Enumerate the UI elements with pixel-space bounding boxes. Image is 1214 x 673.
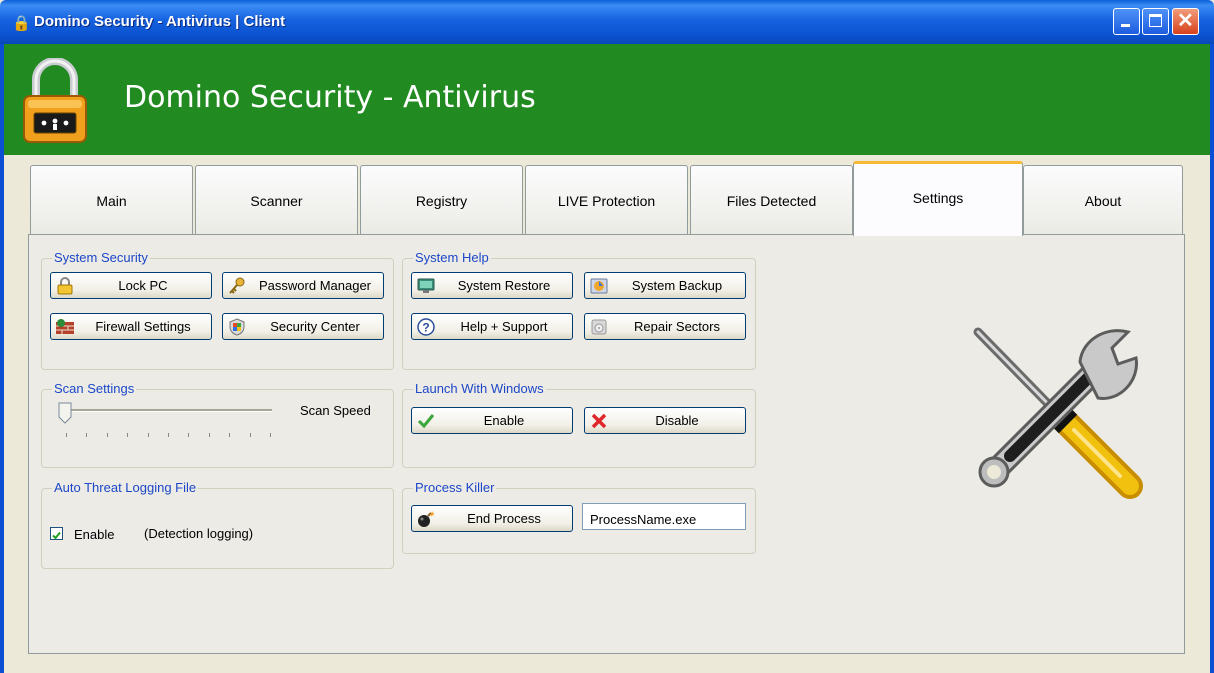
- system-restore-label: System Restore: [457, 278, 551, 293]
- app-title: Domino Security - Antivirus: [124, 80, 536, 115]
- slider-tick: [66, 433, 67, 437]
- disable-launch-button[interactable]: Disable: [584, 407, 746, 434]
- disable-label: Disable: [655, 413, 699, 428]
- scan-settings-group: Scan Settings: [41, 381, 394, 468]
- scan-settings-title: Scan Settings: [52, 381, 137, 396]
- help-support-label: Help + Support: [460, 319, 548, 334]
- slider-tick: [229, 433, 231, 437]
- firewall-icon: [55, 318, 75, 336]
- tab-main[interactable]: Main: [30, 165, 193, 234]
- lock-pc-label: Lock PC: [118, 278, 168, 293]
- password-manager-button[interactable]: Password Manager: [222, 272, 384, 299]
- checkbox-checkmark-icon: [52, 531, 61, 540]
- slider-tick: [127, 433, 129, 437]
- system-backup-icon: [589, 277, 609, 295]
- system-restore-button[interactable]: System Restore: [411, 272, 573, 299]
- scan-speed-slider-track[interactable]: [60, 409, 272, 412]
- padlock-icon: [23, 58, 87, 143]
- close-button[interactable]: ✕: [1172, 8, 1199, 35]
- window-title: Domino Security - Antivirus | Client: [34, 13, 286, 30]
- logging-enable-checkbox[interactable]: [50, 527, 63, 540]
- scan-speed-slider-thumb[interactable]: [58, 402, 72, 424]
- red-x-icon: [589, 412, 609, 430]
- end-process-label: End Process: [467, 511, 541, 526]
- svg-text:?: ?: [422, 320, 429, 334]
- system-security-title: System Security: [52, 250, 150, 265]
- slider-tick: [106, 433, 108, 437]
- help-support-button[interactable]: ? Help + Support: [411, 313, 573, 340]
- tab-settings[interactable]: Settings: [853, 161, 1023, 236]
- repair-sectors-label: Repair Sectors: [634, 319, 720, 334]
- password-manager-label: Password Manager: [259, 278, 371, 293]
- end-process-button[interactable]: End Process: [411, 505, 573, 532]
- tab-files-detected[interactable]: Files Detected: [690, 165, 853, 234]
- enable-label: Enable: [483, 413, 525, 428]
- logging-enable-label: Enable: [74, 527, 115, 542]
- enable-launch-button[interactable]: Enable: [411, 407, 573, 434]
- minimize-button[interactable]: [1113, 8, 1140, 35]
- slider-tick: [168, 433, 169, 437]
- tab-about[interactable]: About: [1023, 165, 1183, 234]
- process-name-input[interactable]: [582, 503, 746, 530]
- slider-tick: [208, 433, 210, 437]
- slider-tick: [188, 433, 190, 437]
- bomb-icon: [416, 510, 436, 528]
- checkmark-icon: [416, 412, 436, 430]
- close-icon: ✕: [1177, 10, 1194, 32]
- maximize-icon: [1149, 14, 1162, 27]
- scan-speed-label: Scan Speed: [300, 403, 371, 418]
- key-icon: [227, 277, 247, 295]
- slider-tick: [86, 433, 88, 437]
- slider-tick: [270, 433, 271, 437]
- process-killer-title: Process Killer: [413, 480, 497, 495]
- tools-icon: [973, 327, 1143, 499]
- tab-live-protection[interactable]: LIVE Protection: [525, 165, 688, 234]
- slider-tick: [249, 433, 251, 437]
- system-restore-icon: [416, 277, 436, 295]
- minimize-icon: [1121, 24, 1130, 27]
- system-backup-button[interactable]: System Backup: [584, 272, 746, 299]
- logging-note: (Detection logging): [144, 526, 254, 541]
- security-center-label: Security Center: [270, 319, 360, 334]
- system-backup-label: System Backup: [631, 278, 723, 293]
- shield-icon: [227, 317, 247, 336]
- tab-registry[interactable]: Registry: [360, 165, 523, 234]
- auto-threat-logging-title: Auto Threat Logging File: [52, 480, 199, 495]
- firewall-settings-button[interactable]: Firewall Settings: [50, 313, 212, 340]
- maximize-button[interactable]: [1142, 8, 1169, 35]
- launch-with-windows-title: Launch With Windows: [413, 381, 546, 396]
- lock-icon: 🔒: [12, 15, 31, 32]
- lock-pc-button[interactable]: Lock PC: [50, 272, 212, 299]
- security-center-button[interactable]: Security Center: [222, 313, 384, 340]
- title-bar: 🔒 Domino Security - Antivirus | Client ✕: [0, 0, 1214, 44]
- slider-tick: [147, 433, 149, 437]
- system-help-title: System Help: [413, 250, 491, 265]
- disk-icon: [589, 318, 609, 336]
- padlock-icon: [55, 276, 75, 295]
- tab-scanner[interactable]: Scanner: [195, 165, 358, 234]
- repair-sectors-button[interactable]: Repair Sectors: [584, 313, 746, 340]
- firewall-settings-label: Firewall Settings: [95, 319, 191, 334]
- help-icon: ?: [416, 317, 436, 336]
